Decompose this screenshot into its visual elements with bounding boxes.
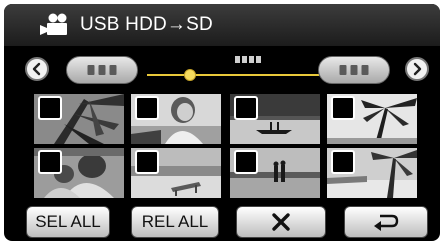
next-group-button[interactable] (318, 56, 390, 84)
chevron-right-icon (413, 62, 422, 76)
video-camera-icon (40, 13, 67, 35)
page-slider-thumb[interactable] (184, 69, 196, 81)
button-row: SEL ALL REL ALL (4, 204, 440, 240)
previous-page-button[interactable] (25, 57, 49, 81)
thumbnail[interactable] (327, 148, 417, 198)
thumbnail[interactable] (230, 148, 320, 198)
select-checkbox[interactable] (331, 96, 355, 120)
select-checkbox[interactable] (38, 150, 62, 174)
select-checkbox[interactable] (234, 150, 258, 174)
header-bar: USB HDD→SD (4, 4, 440, 46)
thumbnail[interactable] (327, 94, 417, 144)
screen-title: USB HDD→SD (80, 14, 213, 35)
previous-group-button[interactable] (66, 56, 138, 84)
return-icon (374, 214, 399, 231)
select-checkbox[interactable] (234, 96, 258, 120)
select-checkbox[interactable] (135, 96, 159, 120)
select-checkbox[interactable] (331, 150, 355, 174)
thumbnail[interactable] (34, 148, 124, 198)
close-button[interactable] (236, 206, 326, 238)
thumbnail[interactable] (131, 148, 221, 198)
navigation-row (4, 48, 440, 92)
select-checkbox[interactable] (135, 150, 159, 174)
chevron-left-icon (32, 62, 41, 76)
thumbnail[interactable] (230, 94, 320, 144)
next-page-button[interactable] (405, 57, 429, 81)
select-checkbox[interactable] (38, 96, 62, 120)
select-all-button[interactable]: SEL ALL (26, 206, 110, 238)
screen: USB HDD→SD SEL ALL REL ALL (4, 4, 440, 241)
thumbnail-grid (34, 94, 417, 202)
release-all-button[interactable]: REL ALL (131, 206, 219, 238)
page-slider-track[interactable] (147, 74, 319, 76)
page-indicator (235, 56, 261, 63)
back-button[interactable] (344, 206, 428, 238)
close-icon (272, 213, 290, 231)
thumbnail[interactable] (131, 94, 221, 144)
thumbnail[interactable] (34, 94, 124, 144)
